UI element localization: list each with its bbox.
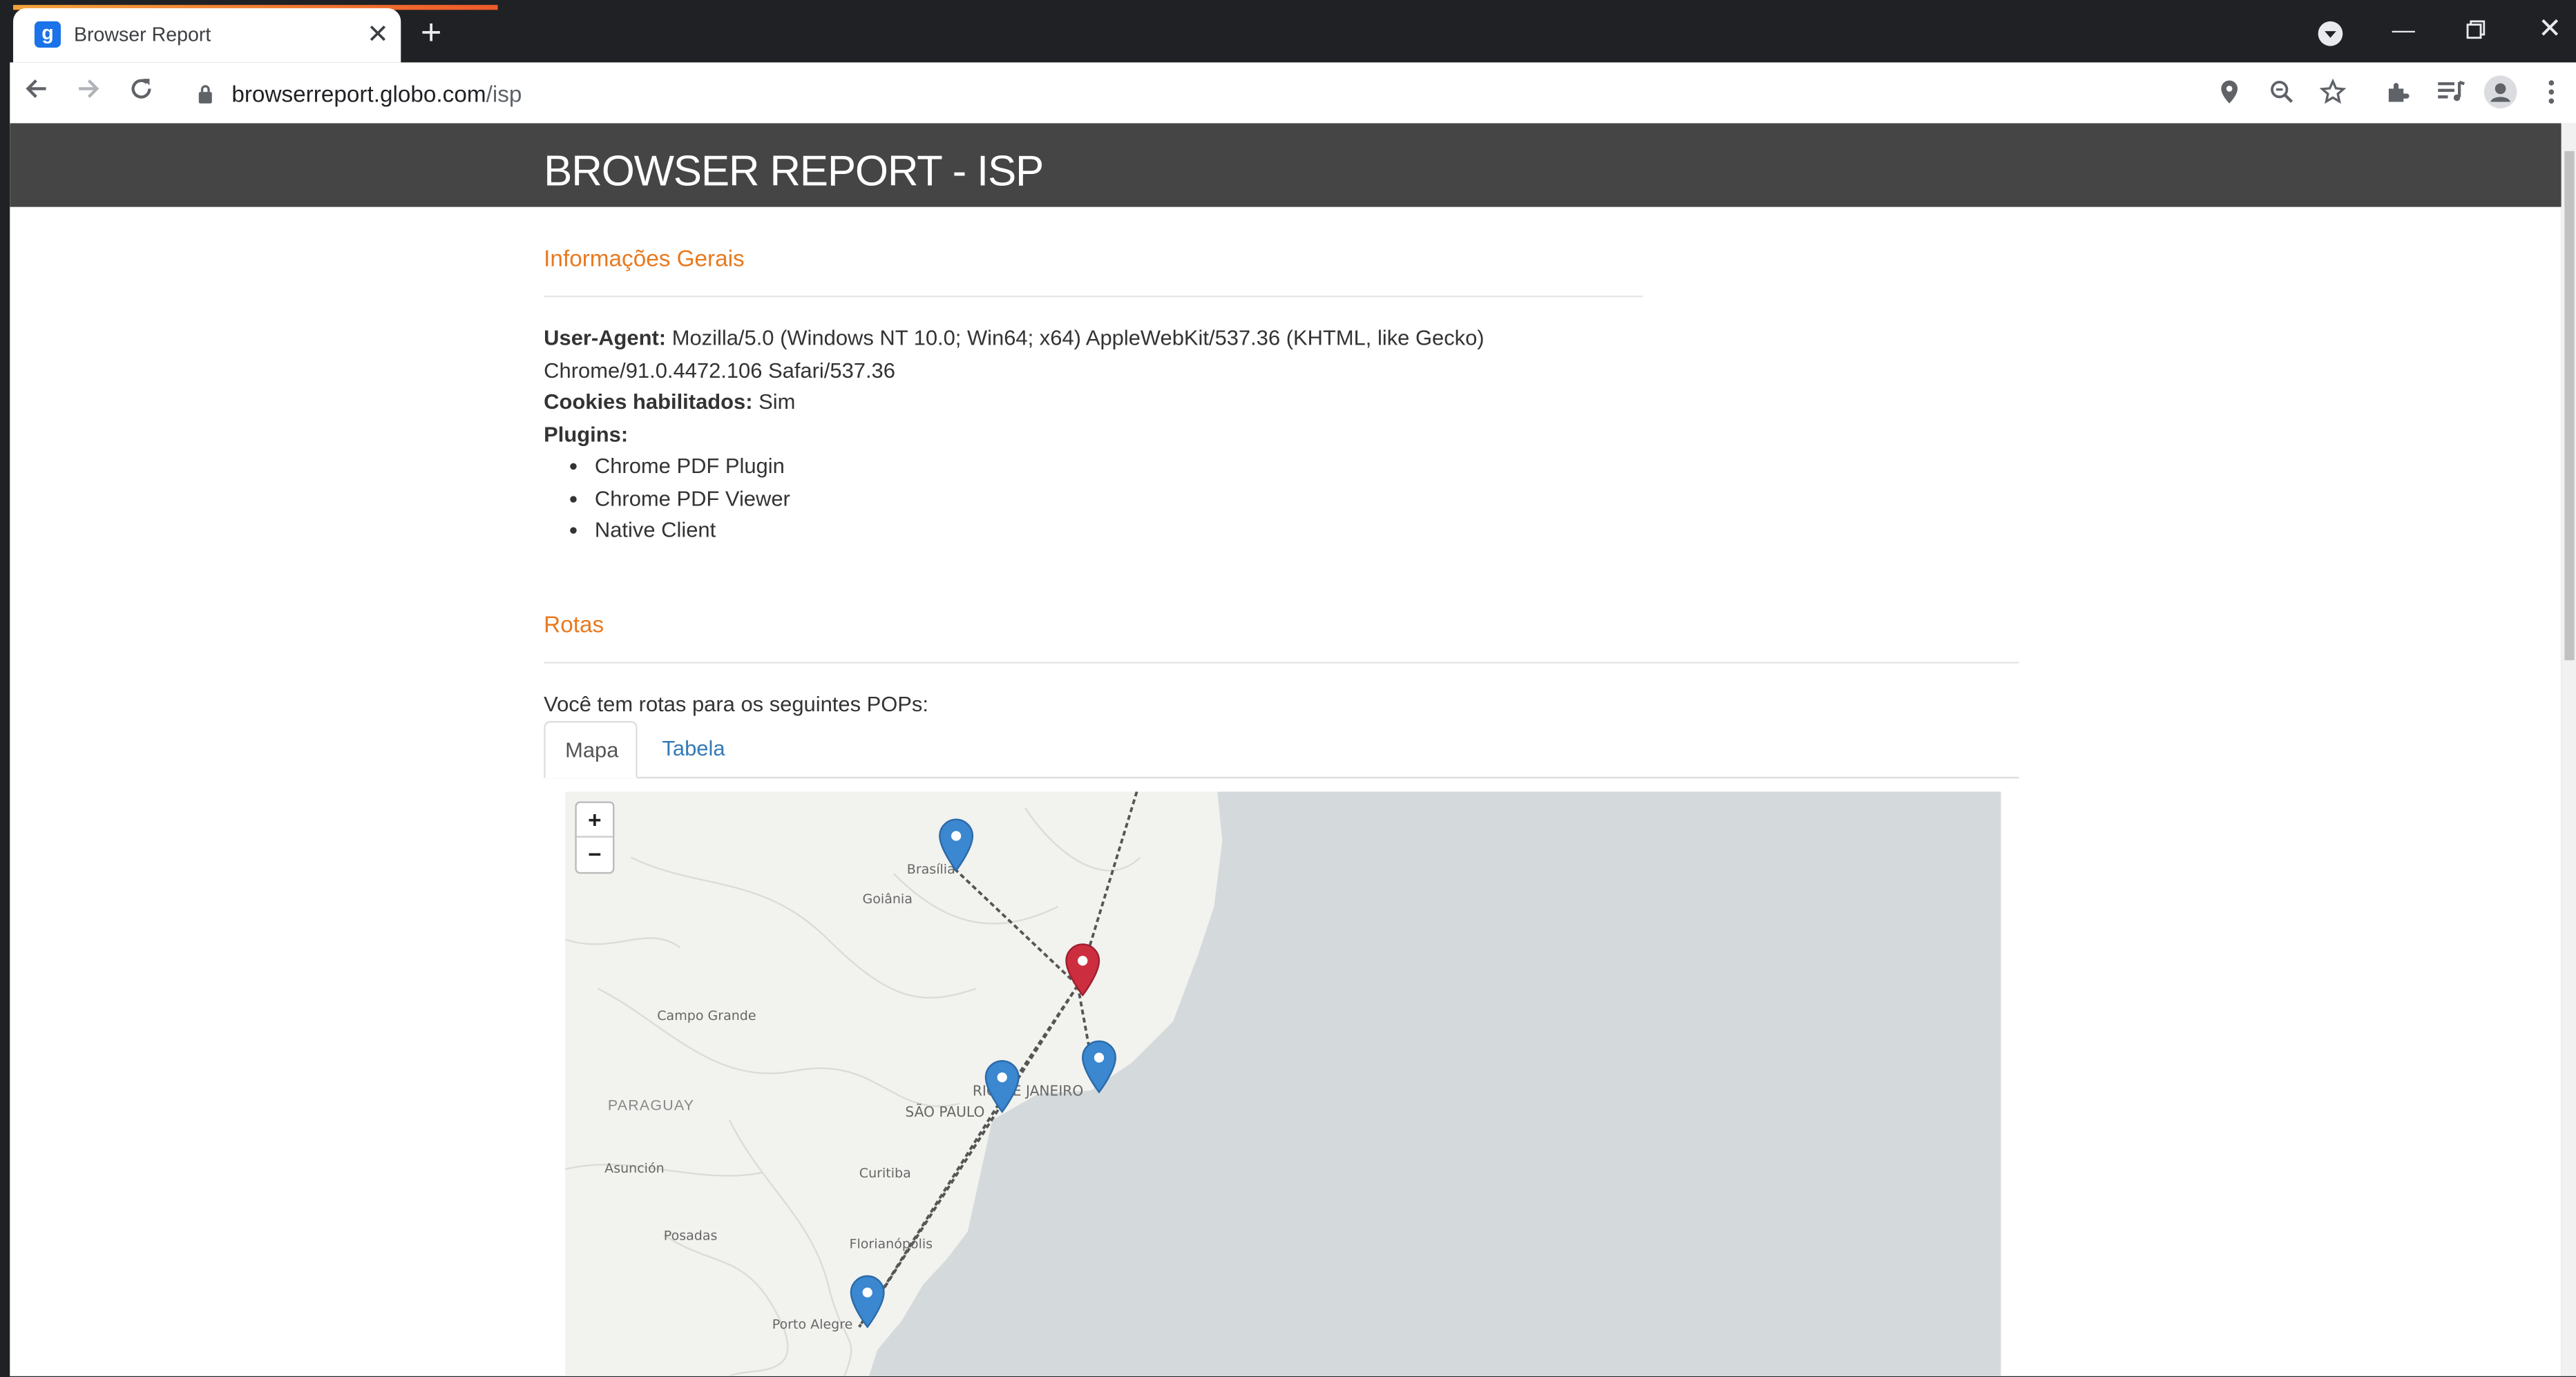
tab-tabela[interactable]: Tabela — [642, 721, 745, 775]
forward-icon[interactable] — [75, 75, 102, 110]
tab-title: Browser Report — [74, 23, 211, 46]
divider — [544, 662, 2019, 664]
map-label-paraguay: PARAGUAY — [607, 1097, 695, 1114]
map-label-sao-paulo: SÃO PAULO — [905, 1105, 985, 1122]
cookies-value: Sim — [752, 389, 796, 414]
map-label-curitiba: Curitiba — [859, 1166, 911, 1181]
favicon-icon: g — [34, 21, 61, 48]
browser-toolbar: browserreport.globo.com/isp — [10, 62, 2576, 125]
zoom-in-button[interactable]: + — [576, 803, 613, 838]
section-title-routes: Rotas — [544, 610, 604, 637]
pop-marker-icon[interactable] — [984, 1059, 1020, 1121]
plugins-list: Chrome PDF Plugin Chrome PDF Viewer Nati… — [544, 450, 790, 546]
user-agent-value-cont: Chrome/91.0.4472.106 Safari/537.36 — [544, 357, 895, 382]
pop-marker-icon[interactable] — [938, 818, 974, 880]
list-item: Chrome PDF Plugin — [595, 450, 790, 482]
zoom-icon[interactable] — [2269, 79, 2295, 113]
pop-marker-icon[interactable] — [850, 1274, 886, 1336]
section-title-general: Informações Gerais — [544, 244, 745, 271]
routes-intro: Você tem rotas para os seguintes POPs: — [544, 691, 928, 716]
close-window-icon[interactable]: ✕ — [2538, 13, 2561, 46]
map-label-porto-alegre: Porto Alegre — [772, 1317, 853, 1332]
user-agent-value: Mozilla/5.0 (Windows NT 10.0; Win64; x64… — [666, 325, 1485, 350]
plugins-label: Plugins: — [544, 421, 629, 446]
list-item: Chrome PDF Viewer — [595, 482, 790, 514]
url-text[interactable]: browserreport.globo.com/isp — [231, 81, 522, 107]
browser-tab[interactable]: g Browser Report ✕ — [13, 8, 401, 63]
user-agent-label: User-Agent: — [544, 325, 667, 350]
zoom-control: + − — [575, 801, 615, 874]
location-icon[interactable] — [2218, 79, 2241, 113]
user-location-marker-icon[interactable] — [1065, 943, 1100, 1005]
menu-kebab-icon[interactable] — [2546, 79, 2556, 113]
tab-mapa[interactable]: Mapa — [544, 721, 638, 779]
bookmark-star-icon[interactable] — [2319, 78, 2347, 113]
user-agent-info: User-Agent: Mozilla/5.0 (Windows NT 10.0… — [544, 322, 1694, 450]
map-label-posadas: Posadas — [663, 1228, 718, 1244]
routes-map[interactable]: + − Brasília Goiânia Campo Grande PARAGU… — [565, 791, 2001, 1376]
lock-icon[interactable] — [197, 82, 213, 112]
routes-tabs: Mapa Tabela — [544, 721, 2019, 779]
page-header: BROWSER REPORT - ISP — [10, 123, 2561, 207]
cookies-label: Cookies habilitados: — [544, 389, 753, 414]
profile-avatar-icon[interactable] — [2483, 75, 2517, 108]
scrollbar-thumb[interactable] — [2564, 151, 2575, 661]
media-queue-icon[interactable] — [2436, 79, 2466, 113]
reload-icon[interactable] — [128, 75, 154, 110]
restore-icon[interactable] — [2466, 18, 2486, 44]
close-tab-icon[interactable]: ✕ — [365, 18, 391, 51]
back-icon[interactable] — [23, 75, 49, 110]
map-canvas — [565, 791, 2001, 1376]
map-label-goiania: Goiânia — [862, 892, 913, 907]
new-tab-icon[interactable]: + — [421, 14, 442, 50]
minimize-icon[interactable]: — — [2392, 17, 2415, 43]
pop-marker-icon[interactable] — [1081, 1039, 1117, 1101]
list-item: Native Client — [595, 514, 790, 546]
extensions-icon[interactable] — [2385, 79, 2412, 113]
divider — [544, 296, 1643, 298]
map-label-asuncion: Asunción — [604, 1161, 665, 1176]
map-label-campo-grande: Campo Grande — [657, 1008, 756, 1023]
page-title: BROWSER REPORT - ISP — [544, 146, 1044, 196]
zoom-out-button[interactable]: − — [577, 838, 613, 871]
web-page: BROWSER REPORT - ISP Informações Gerais … — [10, 123, 2561, 1376]
tab-search-icon[interactable] — [2318, 21, 2343, 46]
map-label-florianopolis: Florianópolis — [849, 1236, 933, 1252]
